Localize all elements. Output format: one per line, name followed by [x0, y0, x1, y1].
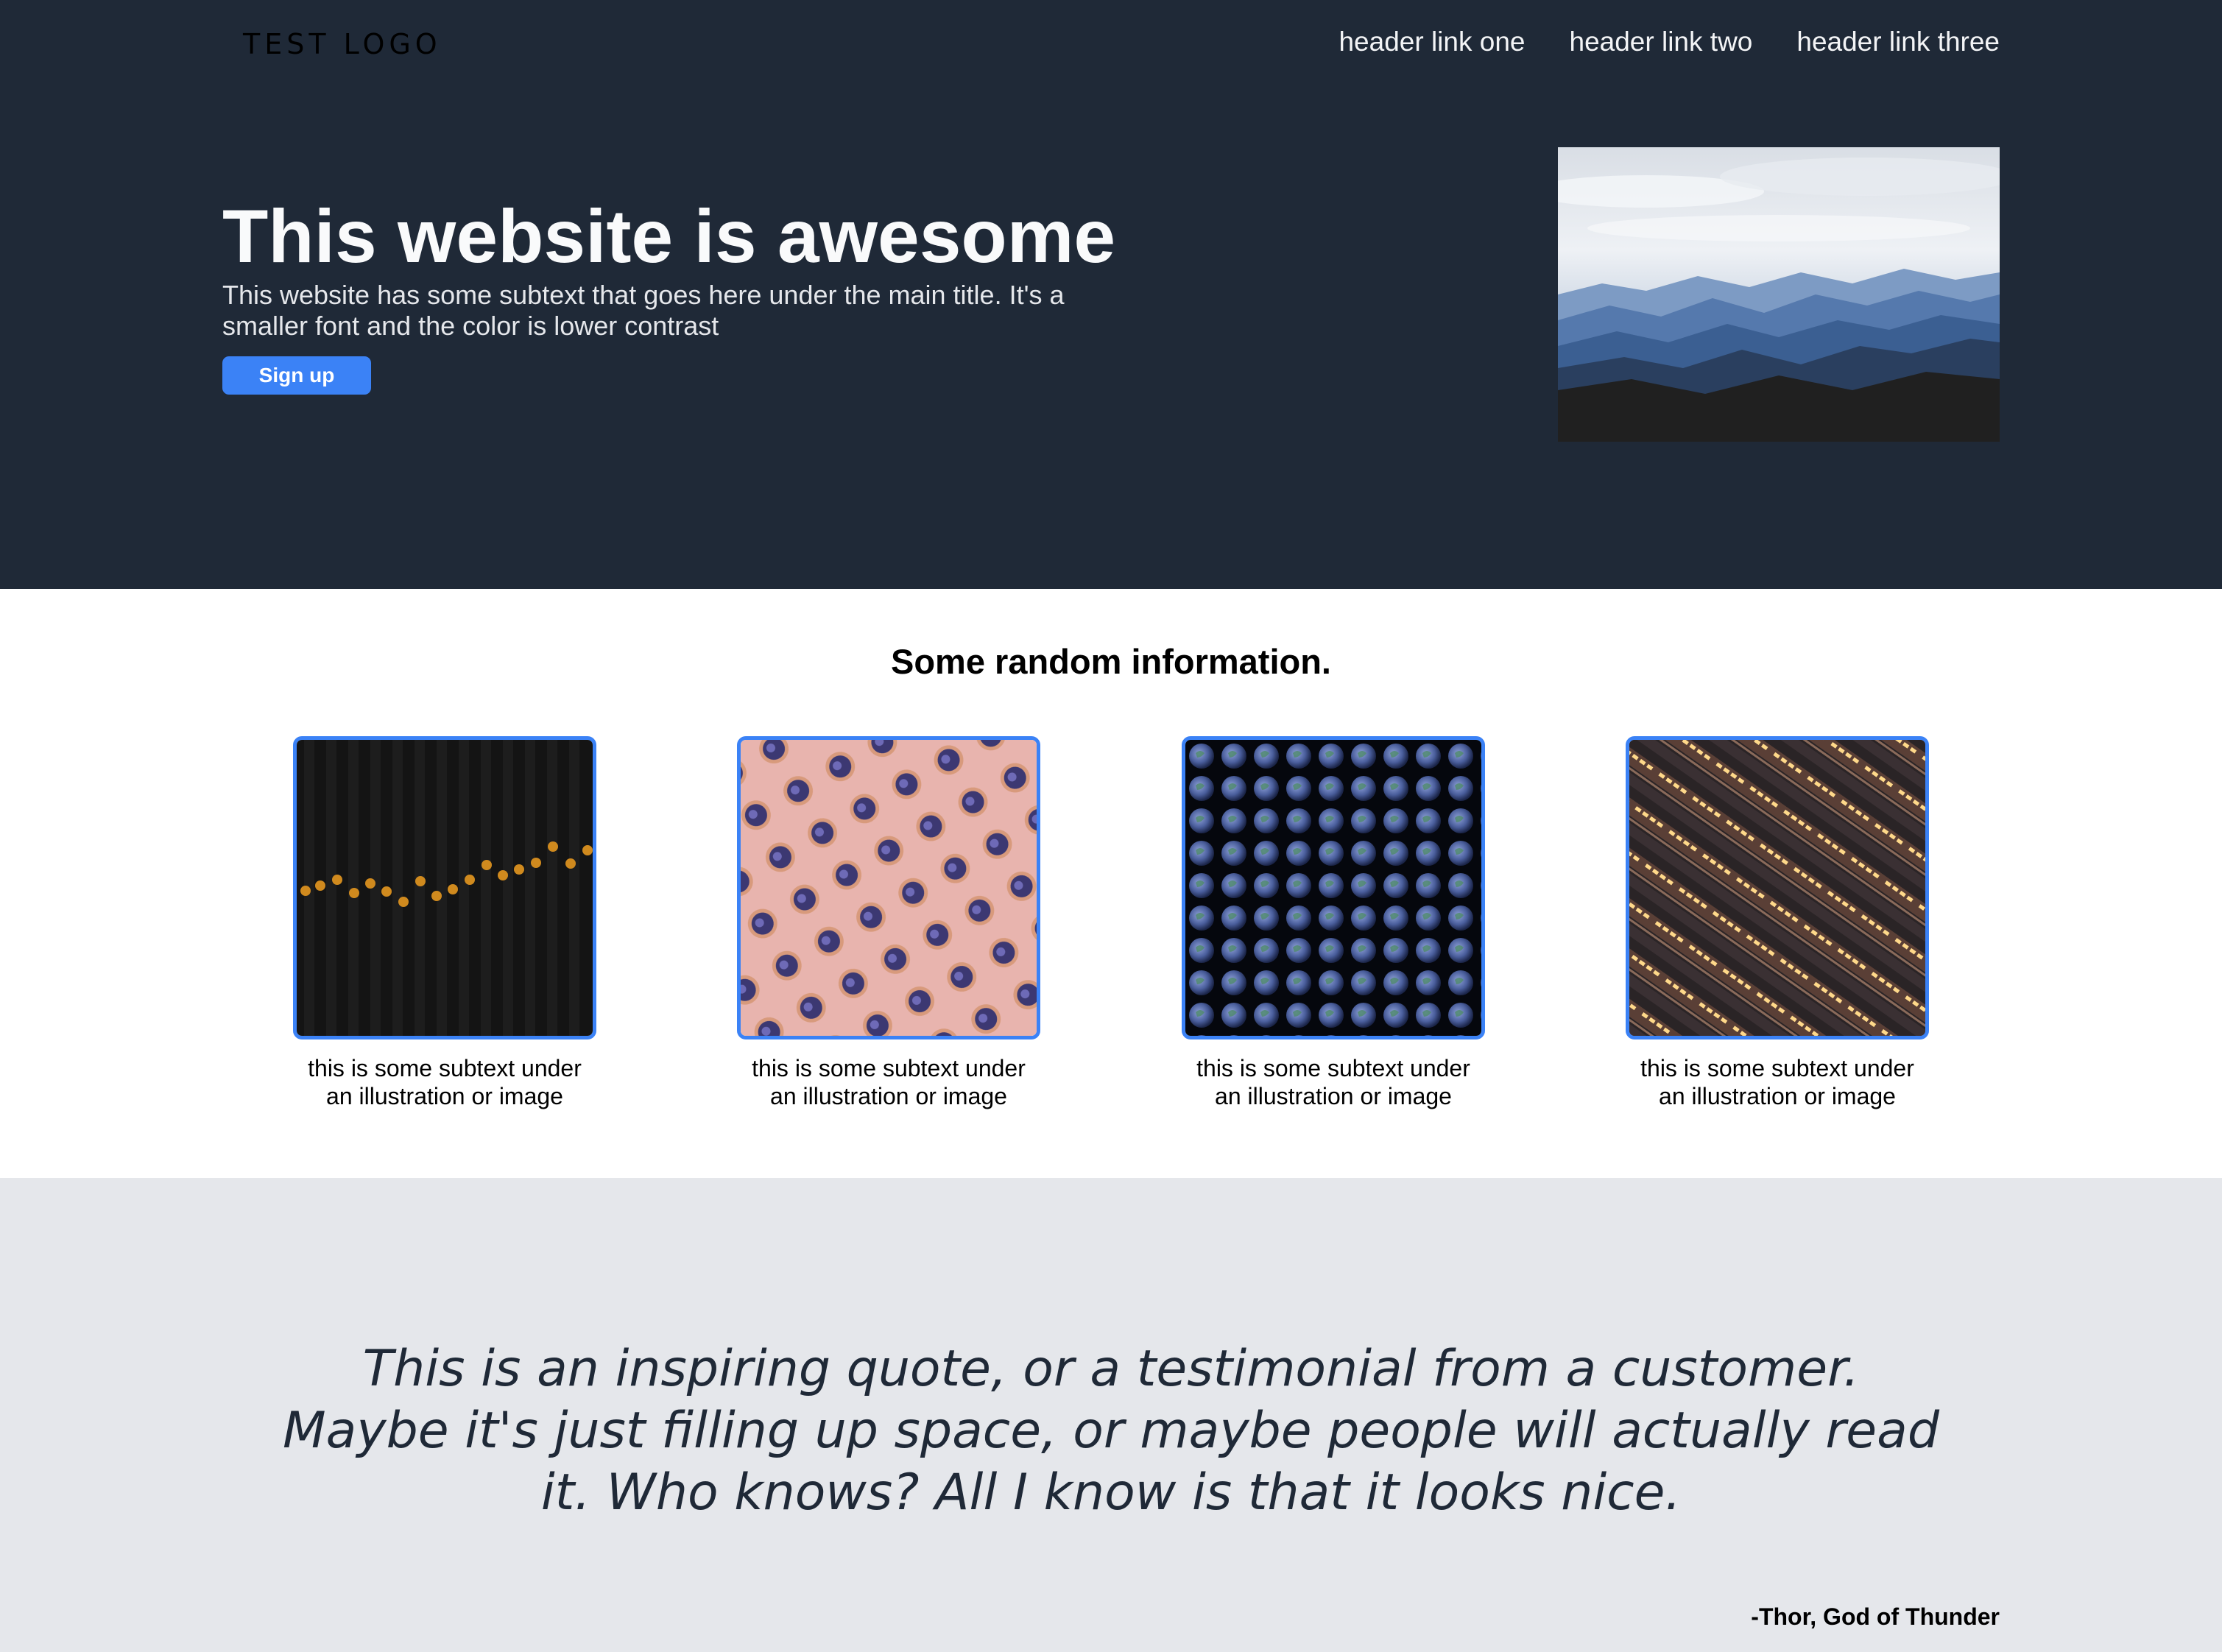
info-card-2: this is some subtext under an illustrati…: [737, 736, 1040, 1110]
card-4-caption: this is some subtext under an illustrati…: [1640, 1055, 1914, 1109]
candles-on-dark-panels-image[interactable]: [293, 736, 596, 1039]
isometric-trains-image[interactable]: [1626, 736, 1929, 1039]
quote-section: This is an inspiring quote, or a testimo…: [0, 1178, 2222, 1652]
earth-globes-pattern-image[interactable]: [1182, 736, 1485, 1039]
page: TEST LOGO header link one header link tw…: [0, 0, 2222, 1652]
testimonial-quote: This is an inspiring quote, or a testimo…: [283, 1340, 1939, 1522]
hero-subtitle: This website has some subtext that goes …: [222, 280, 1065, 341]
header-link-three[interactable]: header link three: [1796, 27, 2000, 57]
info-title: Some random information.: [891, 642, 1331, 681]
card-2-caption: this is some subtext under an illustrati…: [752, 1055, 1026, 1109]
card-1-caption: this is some subtext under an illustrati…: [308, 1055, 582, 1109]
hero-section: TEST LOGO header link one header link tw…: [0, 0, 2222, 589]
mountain-landscape-image: [1558, 147, 2000, 442]
header-link-one[interactable]: header link one: [1339, 27, 1525, 57]
info-card-4: this is some subtext under an illustrati…: [1626, 736, 1929, 1110]
info-section: Some random information. this is some su…: [0, 589, 2222, 1178]
sign-up-button[interactable]: Sign up: [222, 356, 371, 395]
info-card-3: this is some subtext under an illustrati…: [1182, 736, 1485, 1110]
card-3-caption: this is some subtext under an illustrati…: [1196, 1055, 1470, 1109]
header-nav: header link one header link two header l…: [1339, 27, 2000, 57]
tins-on-pink-background-image[interactable]: [737, 736, 1040, 1039]
header-link-two[interactable]: header link two: [1570, 27, 1753, 57]
info-card-1: this is some subtext under an illustrati…: [293, 736, 596, 1110]
quote-author: -Thor, God of Thunder: [1751, 1603, 2000, 1630]
site-logo[interactable]: TEST LOGO: [243, 28, 442, 60]
hero-title: This website is awesome: [222, 194, 1116, 278]
